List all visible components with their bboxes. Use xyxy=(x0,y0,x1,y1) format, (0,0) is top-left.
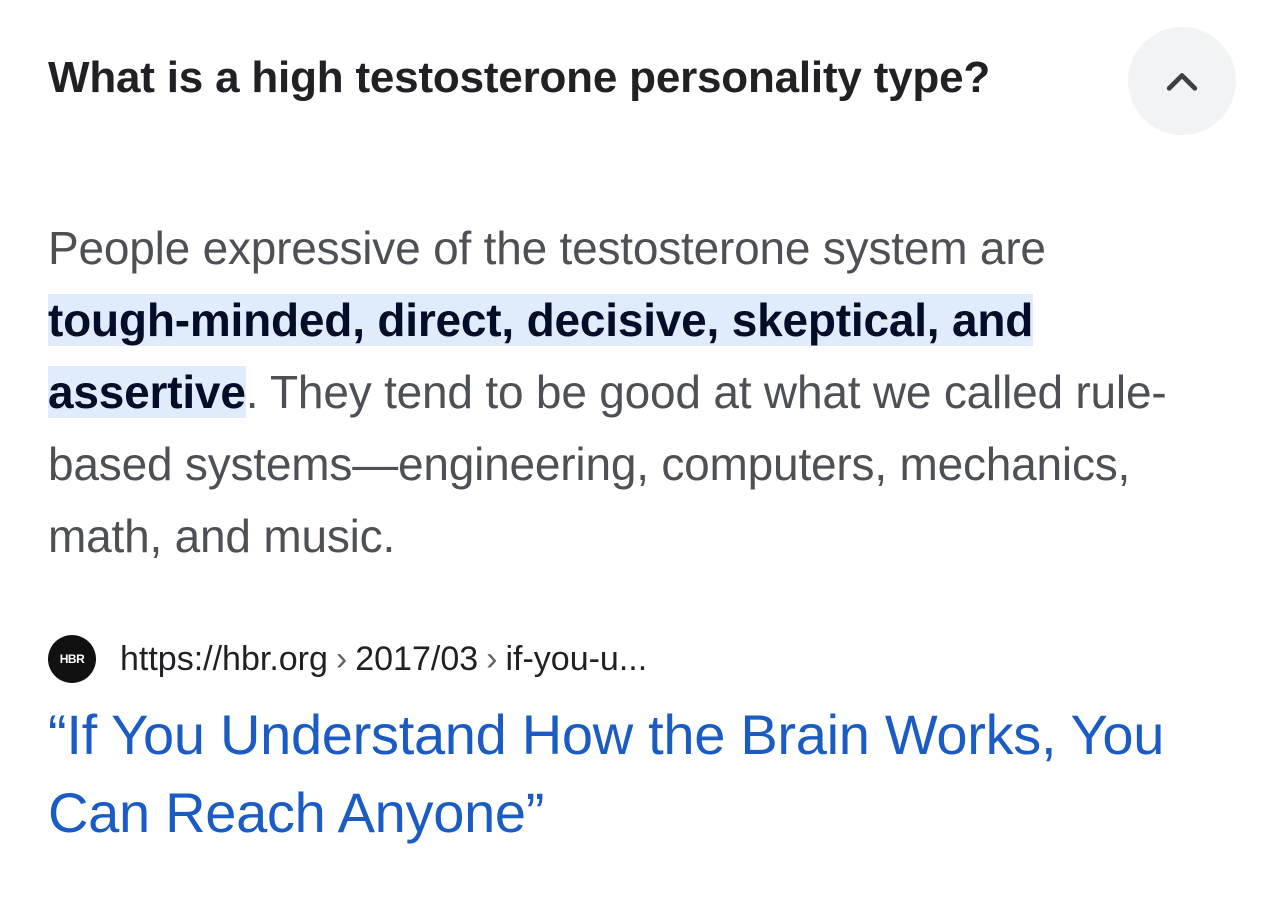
question-heading[interactable]: What is a high testosterone personality … xyxy=(48,53,990,103)
question-row[interactable]: What is a high testosterone personality … xyxy=(48,27,1236,135)
source-citation[interactable]: HBR https://hbr.org › 2017/03 › if-you-u... xyxy=(48,634,647,684)
result-title-link[interactable]: “If You Understand How the Brain Works, … xyxy=(48,696,1208,852)
collapse-button[interactable] xyxy=(1128,27,1236,135)
source-path-slug: if-you-u... xyxy=(505,639,648,678)
source-domain: https://hbr.org xyxy=(120,639,328,678)
breadcrumb-separator: › xyxy=(335,639,348,678)
source-url[interactable]: https://hbr.org › 2017/03 › if-you-u... xyxy=(120,640,647,679)
source-path-year: 2017/03 xyxy=(355,639,479,678)
hbr-favicon-icon: HBR xyxy=(48,635,96,683)
chevron-up-icon xyxy=(1166,73,1198,91)
breadcrumb-separator: › xyxy=(486,639,498,678)
featured-snippet: What is a high testosterone personality … xyxy=(0,0,1284,920)
snippet-answer: People expressive of the testosterone sy… xyxy=(48,212,1168,572)
answer-lead: People expressive of the testosterone sy… xyxy=(48,222,1046,274)
